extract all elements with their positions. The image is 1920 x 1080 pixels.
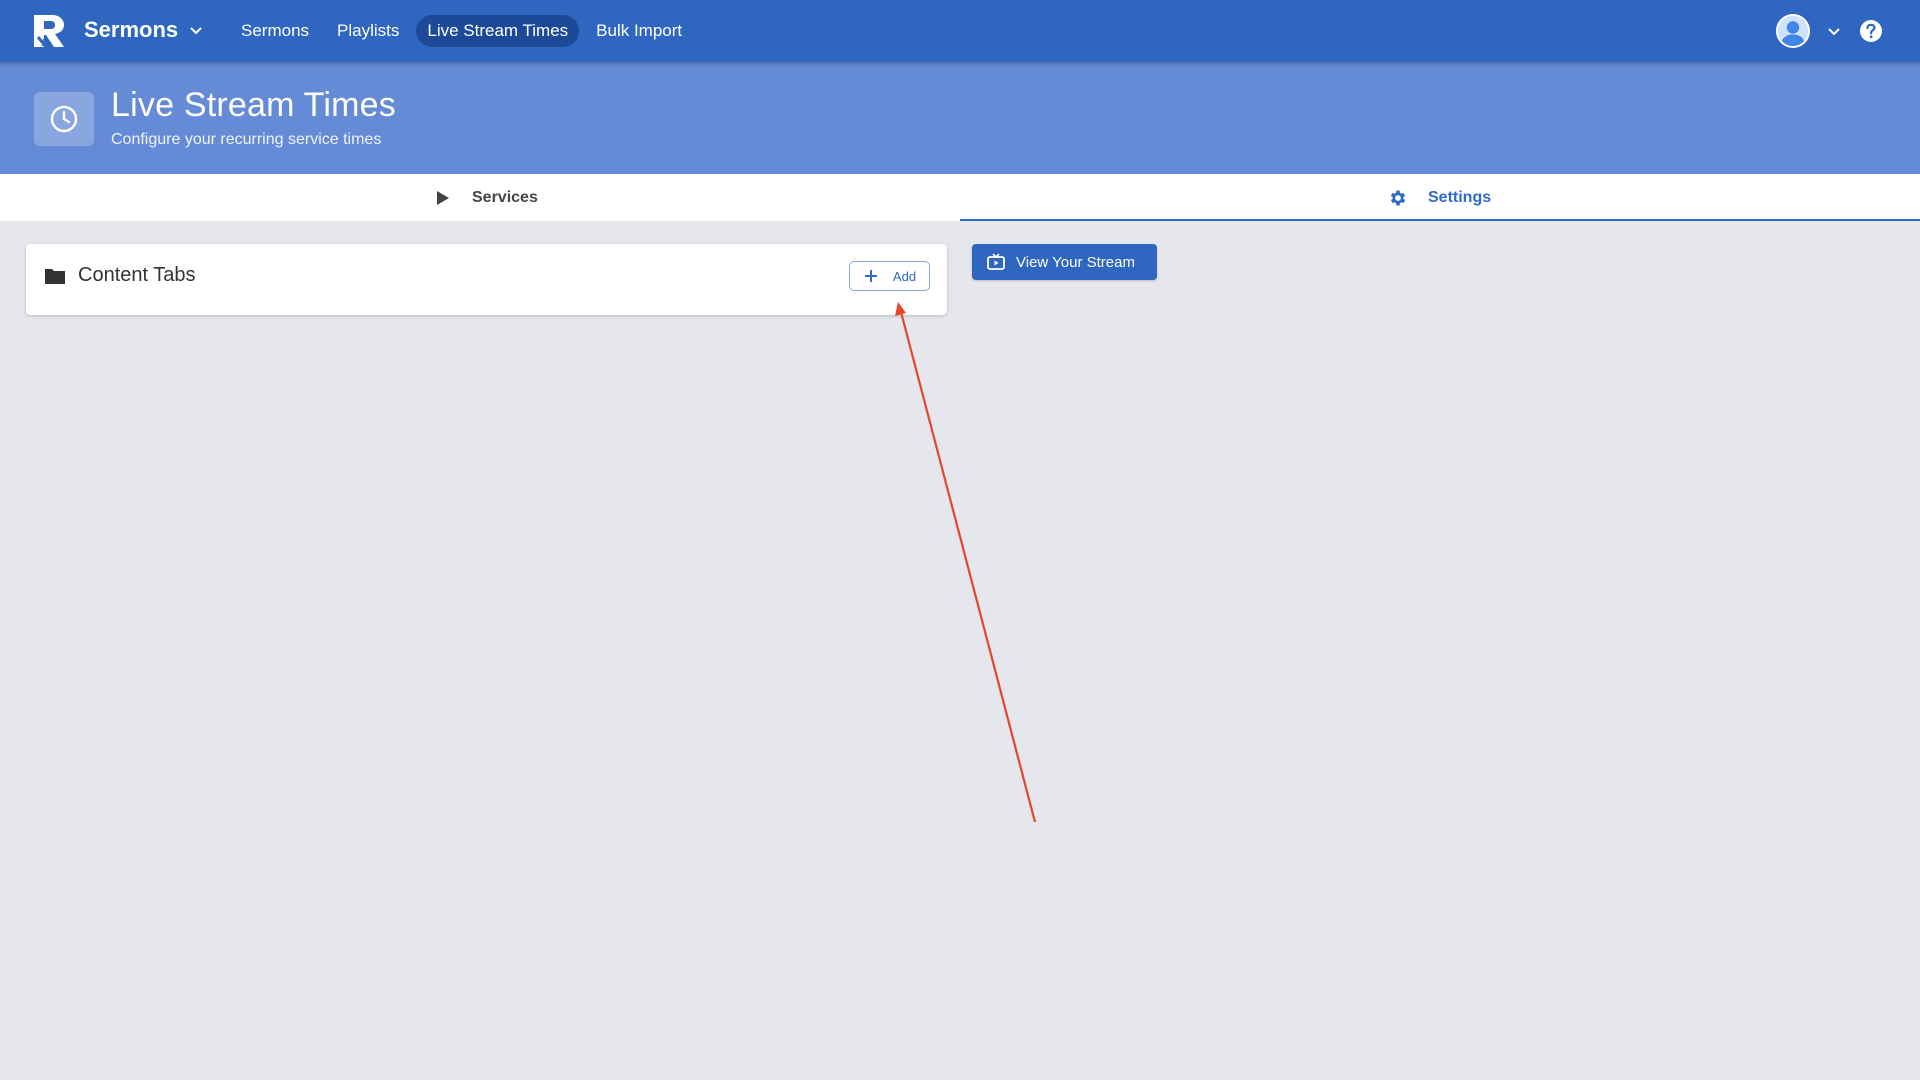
tab-services[interactable]: Services xyxy=(0,174,960,221)
tab-services-label: Services xyxy=(472,188,538,206)
plus-icon xyxy=(864,270,877,282)
view-your-stream-label: View Your Stream xyxy=(1016,253,1135,271)
add-button-label: Add xyxy=(892,268,917,284)
top-navigation-bar: 1 Sermons Sermons Playlists Live Stream … xyxy=(0,0,1920,62)
app-switcher[interactable]: Sermons xyxy=(84,15,204,45)
gear-icon xyxy=(1390,190,1406,205)
brand-logo-icon[interactable]: 1 xyxy=(32,13,68,49)
nav-live-stream-times[interactable]: Live Stream Times xyxy=(416,15,580,47)
app-name: Sermons xyxy=(84,17,179,42)
content-tabs-card: Content Tabs Add xyxy=(26,244,947,315)
help-circle-icon[interactable] xyxy=(1858,18,1884,44)
user-area xyxy=(1776,13,1884,49)
user-avatar-icon[interactable] xyxy=(1776,14,1810,48)
nav-sermons[interactable]: Sermons xyxy=(230,15,320,47)
page-header: Live Stream Times Configure your recurri… xyxy=(0,62,1920,174)
nav-bulk-import[interactable]: Bulk Import xyxy=(585,15,693,47)
folder-icon xyxy=(45,268,65,284)
page-subtitle: Configure your recurring service times xyxy=(111,131,382,148)
tv-play-icon xyxy=(987,253,1005,270)
card-title-label: Content Tabs xyxy=(78,264,196,286)
play-icon xyxy=(437,190,449,205)
page-title: Live Stream Times xyxy=(111,86,396,124)
tab-settings-label: Settings xyxy=(1428,188,1492,206)
add-button[interactable]: Add xyxy=(849,261,930,291)
nav-playlists[interactable]: Playlists xyxy=(326,15,410,47)
view-your-stream-button[interactable]: View Your Stream xyxy=(972,244,1157,280)
chevron-down-icon xyxy=(190,27,202,35)
primary-nav: Sermons Playlists Live Stream Times Bulk… xyxy=(230,14,693,48)
tab-bar: Services Settings xyxy=(0,174,1920,221)
chevron-down-icon[interactable] xyxy=(1826,23,1842,39)
clock-icon xyxy=(34,92,94,146)
tab-settings[interactable]: Settings xyxy=(960,174,1920,221)
card-title: Content Tabs xyxy=(44,264,196,287)
svg-text:1: 1 xyxy=(41,38,47,49)
